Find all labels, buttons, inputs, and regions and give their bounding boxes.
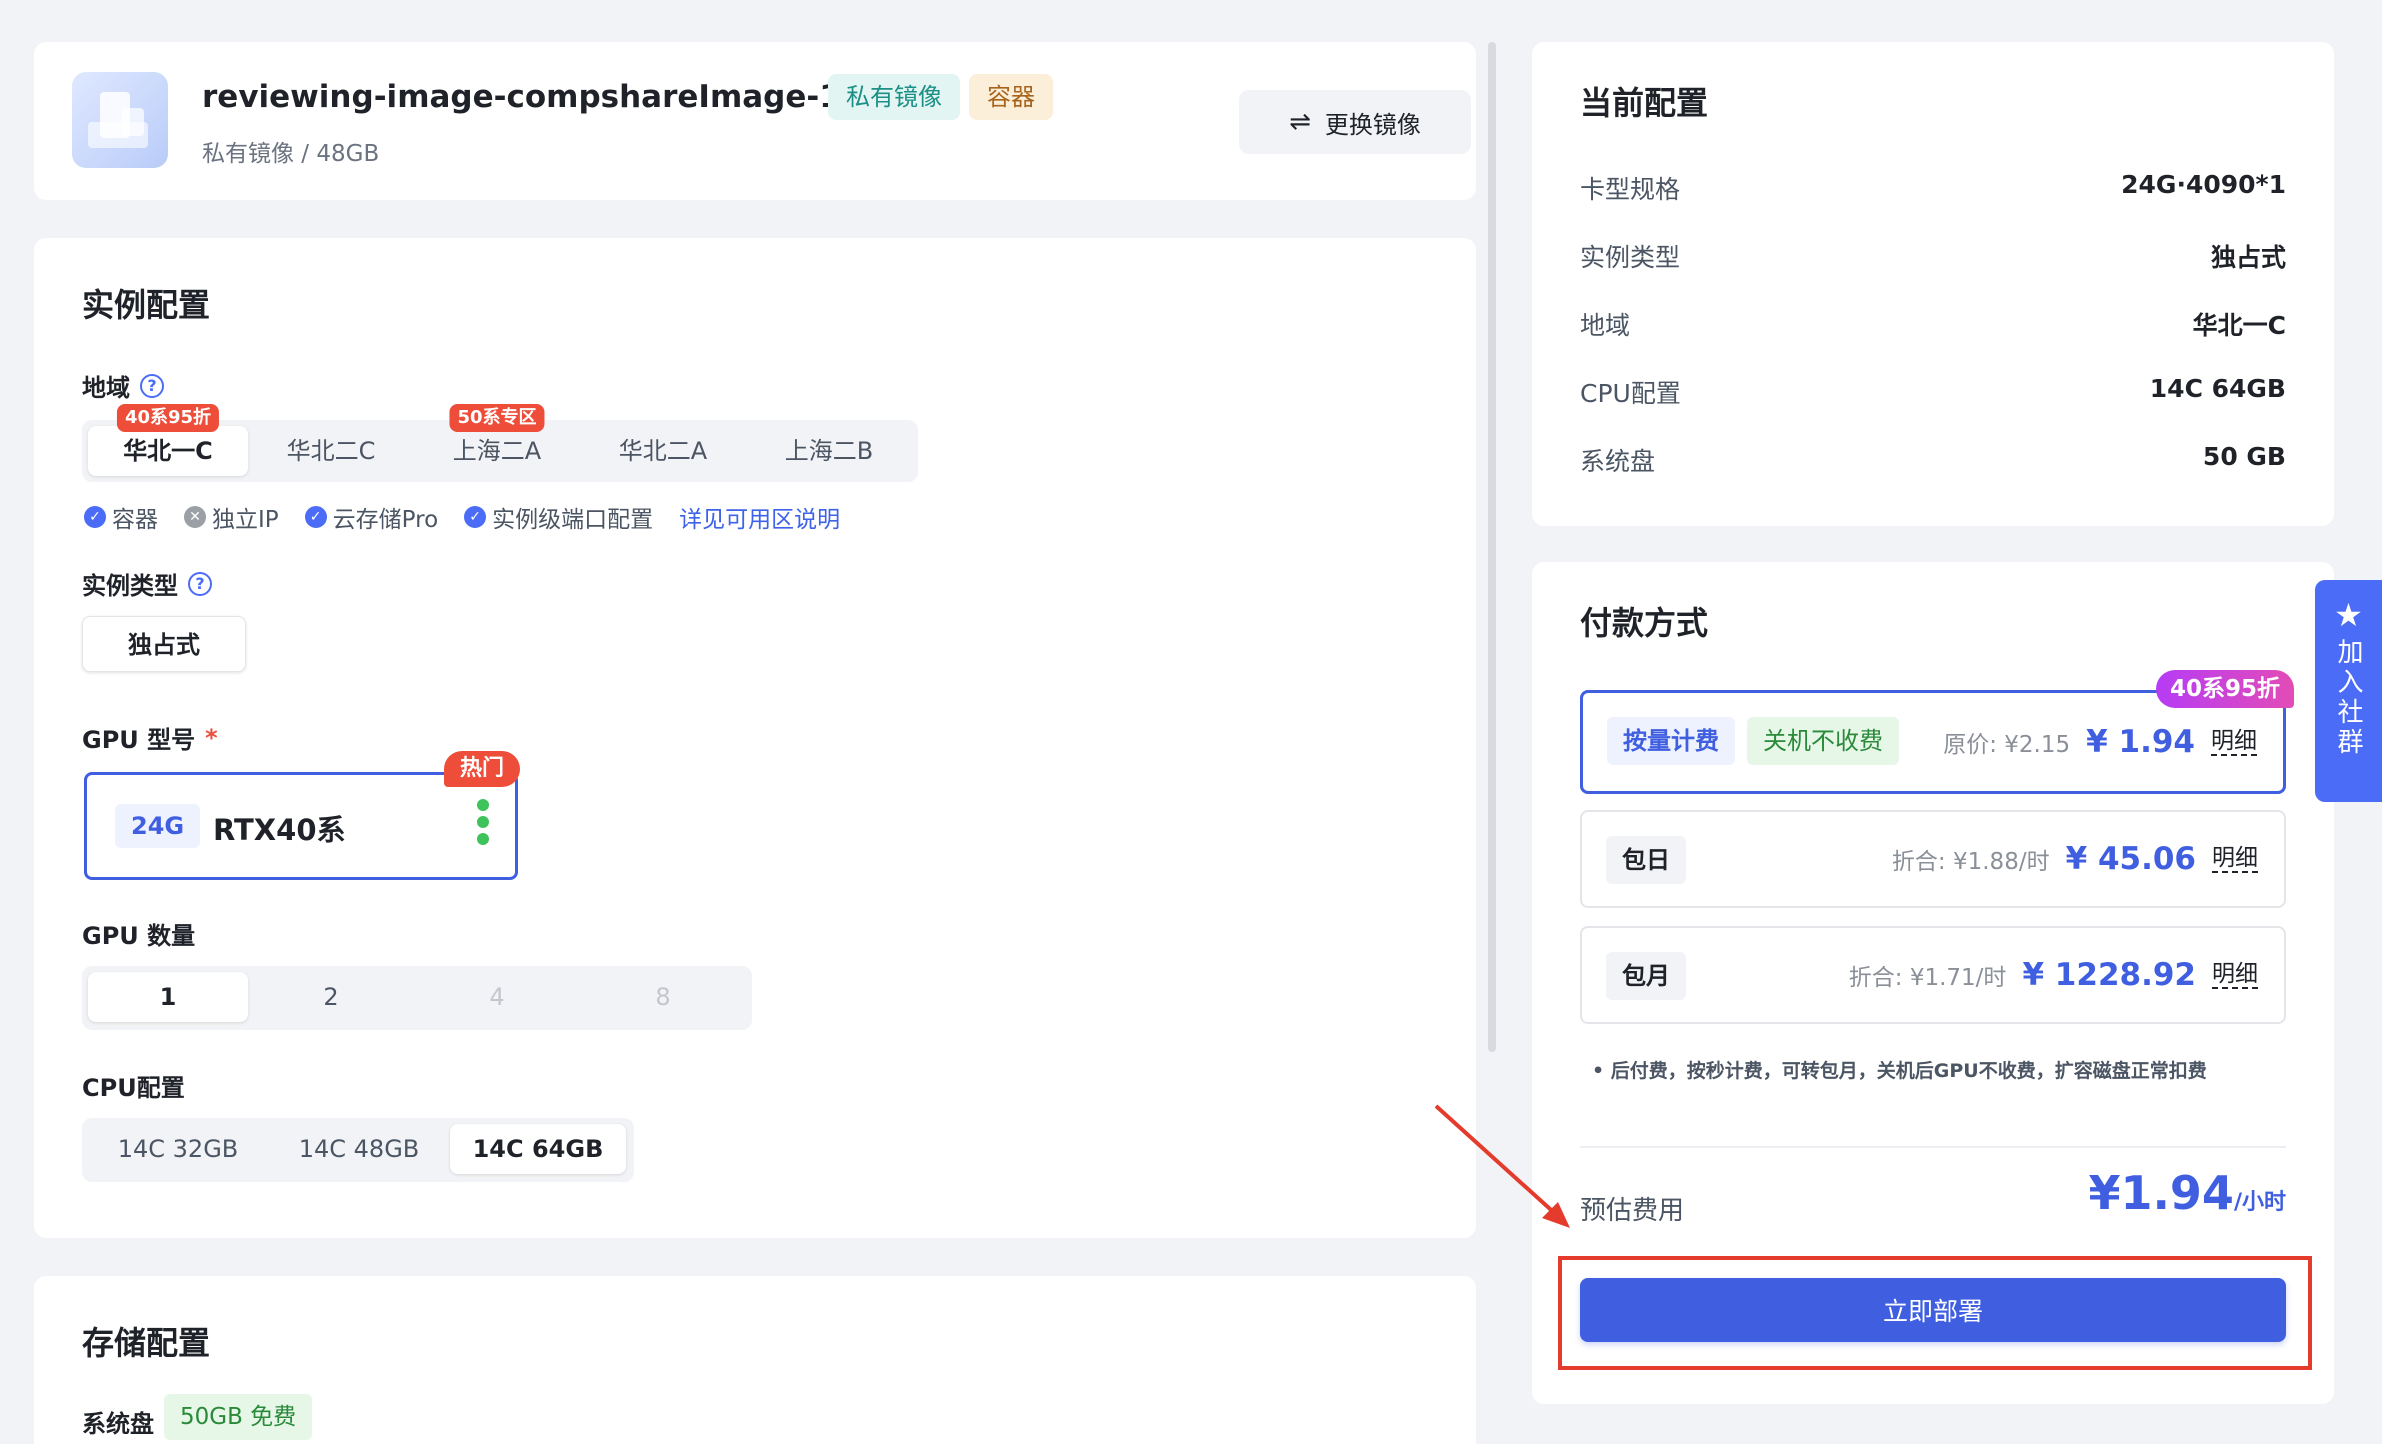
shutdown-free-tag: 关机不收费 <box>1747 717 1899 765</box>
cpu-option-48gb[interactable]: 14C 48GB <box>268 1124 450 1174</box>
feature-ip: ✕ 独立IP <box>184 500 279 534</box>
price-detail-link[interactable]: 明细 <box>2212 961 2258 989</box>
gpu-count-label: GPU 数量 <box>82 922 196 950</box>
check-icon: ✓ <box>84 506 106 528</box>
payment-title: 付款方式 <box>1580 604 1709 642</box>
cpu-config-label: CPU配置 <box>82 1074 185 1102</box>
system-disk-label: 系统盘 <box>82 1410 154 1438</box>
instance-config-card: 实例配置 地域 ? 40系95折 华北一C 华北二C 50系专区 上海二A 华北… <box>34 238 1476 1238</box>
storage-config-title: 存储配置 <box>82 1324 211 1362</box>
region-label: 地域 ? <box>82 368 164 403</box>
instance-config-title: 实例配置 <box>82 286 211 324</box>
star-icon: ★ <box>2334 596 2363 634</box>
gpu-model-name: RTX40系 <box>213 813 346 847</box>
gpu-count-selector: 1 2 4 8 <box>82 966 752 1030</box>
price-detail-link[interactable]: 明细 <box>2212 845 2258 873</box>
region-features: ✓ 容器 ✕ 独立IP ✓ 云存储Pro ✓ 实例级端口配置 详见可用区说明 <box>84 500 840 534</box>
cpu-config-selector: 14C 32GB 14C 48GB 14C 64GB <box>82 1118 634 1182</box>
help-icon[interactable]: ? <box>140 373 164 398</box>
x-icon: ✕ <box>184 506 206 528</box>
config-row-instance-type: 实例类型 独占式 <box>1580 243 2286 272</box>
annotation-arrow <box>1434 1104 1570 1228</box>
join-community-tab[interactable]: ★ 加入社群 <box>2315 580 2382 802</box>
gpu-count-4[interactable]: 4 <box>414 972 580 1022</box>
swap-icon: ⇌ <box>1289 107 1311 137</box>
cpu-option-64gb[interactable]: 14C 64GB <box>450 1124 626 1174</box>
payment-option-daily[interactable]: 包日 折合: ¥1.88/时 ¥ 45.06 明细 <box>1580 810 2286 908</box>
instance-type-label: 实例类型 ? <box>82 566 212 601</box>
feature-port-config: ✓ 实例级端口配置 <box>464 500 653 534</box>
payment-option-monthly[interactable]: 包月 折合: ¥1.71/时 ¥ 1228.92 明细 <box>1580 926 2286 1024</box>
join-community-label: 加入社群 <box>2333 638 2363 758</box>
estimate-label: 预估费用 <box>1580 1196 1685 1226</box>
region-selector: 40系95折 华北一C 华北二C 50系专区 上海二A 华北二A 上海二B <box>82 404 918 482</box>
config-row-region: 地域 华北一C <box>1580 311 2286 340</box>
zone-info-link[interactable]: 详见可用区说明 <box>679 500 840 534</box>
original-price: 原价: ¥2.15 <box>1943 732 2071 758</box>
current-config-card: 当前配置 卡型规格 24G·4090*1 实例类型 独占式 地域 华北一C CP… <box>1532 42 2334 526</box>
image-name: reviewing-image-compshareImage-1u... <box>202 79 899 115</box>
feature-container: ✓ 容器 <box>84 500 158 534</box>
divider <box>1580 1146 2286 1148</box>
daily-price: ¥ 45.06 <box>2065 841 2196 877</box>
hourly-price: ¥ 1.94 <box>2086 724 2195 760</box>
swap-image-label: 更换镜像 <box>1324 110 1421 139</box>
gpu-model-card[interactable]: 24G RTX40系 <box>84 772 518 880</box>
storage-config-card: 存储配置 系统盘 50GB 免费 <box>34 1276 1476 1444</box>
gpu-model-label: GPU 型号 * <box>82 723 218 755</box>
check-icon: ✓ <box>464 506 487 528</box>
monthly-tag: 包月 <box>1606 952 1686 1000</box>
monthly-equivalent: 折合: ¥1.71/时 <box>1848 965 2007 991</box>
estimate-price: ¥1.94/小时 <box>2088 1166 2286 1220</box>
config-row-system-disk: 系统盘 50 GB <box>1580 442 2286 476</box>
help-icon[interactable]: ? <box>188 571 212 596</box>
promo-badge: 40系95折 <box>2156 670 2295 708</box>
monthly-price: ¥ 1228.92 <box>2022 957 2196 993</box>
private-image-tag: 私有镜像 <box>828 74 960 120</box>
instance-type-selector: 独占式 <box>82 616 254 678</box>
config-row-card-spec: 卡型规格 24G·4090*1 <box>1580 170 2286 204</box>
gpu-count-2[interactable]: 2 <box>248 972 414 1022</box>
gpu-count-8[interactable]: 8 <box>580 972 746 1022</box>
region-discount-badge: 40系95折 <box>116 404 220 432</box>
pay-as-you-go-tag: 按量计费 <box>1607 717 1735 765</box>
gpu-memory-tag: 24G <box>115 804 201 848</box>
hot-badge: 热门 <box>444 751 521 787</box>
region-option-shanghai2a[interactable]: 50系专区 上海二A <box>414 404 580 476</box>
check-icon: ✓ <box>304 506 327 528</box>
region-option-huabei1c[interactable]: 40系95折 华北一C <box>88 404 248 476</box>
region-50-badge: 50系专区 <box>449 404 545 432</box>
image-card: reviewing-image-compshareImage-1u... 私有镜… <box>34 42 1476 200</box>
payment-note: • 后付费，按秒计费，可转包月，关机后GPU不收费，扩容磁盘正常扣费 <box>1592 1060 2207 1082</box>
region-option-shanghai2b[interactable]: 上海二B <box>746 426 912 476</box>
availability-icon <box>477 799 489 845</box>
daily-equivalent: 折合: ¥1.88/时 <box>1891 849 2050 875</box>
current-config-title: 当前配置 <box>1580 84 1709 122</box>
gpu-count-1[interactable]: 1 <box>88 972 248 1022</box>
config-row-cpu: CPU配置 14C 64GB <box>1580 374 2286 408</box>
region-option-huabei2c[interactable]: 华北二C <box>248 426 414 476</box>
annotation-highlight-box <box>1558 1256 2312 1370</box>
swap-image-button[interactable]: ⇌ 更换镜像 <box>1239 90 1471 154</box>
feature-storage-pro: ✓ 云存储Pro <box>304 500 438 534</box>
daily-tag: 包日 <box>1606 836 1686 884</box>
system-disk-free-tag: 50GB 免费 <box>164 1394 313 1440</box>
image-subtitle: 私有镜像 / 48GB <box>202 141 380 167</box>
container-tag: 容器 <box>969 74 1053 120</box>
scrollbar[interactable] <box>1488 42 1496 1052</box>
image-thumbnail <box>72 72 168 168</box>
instance-type-exclusive[interactable]: 独占式 <box>82 616 246 672</box>
region-option-huabei2a[interactable]: 华北二A <box>580 426 746 476</box>
cpu-option-32gb[interactable]: 14C 32GB <box>88 1124 268 1174</box>
price-detail-link[interactable]: 明细 <box>2211 728 2257 756</box>
